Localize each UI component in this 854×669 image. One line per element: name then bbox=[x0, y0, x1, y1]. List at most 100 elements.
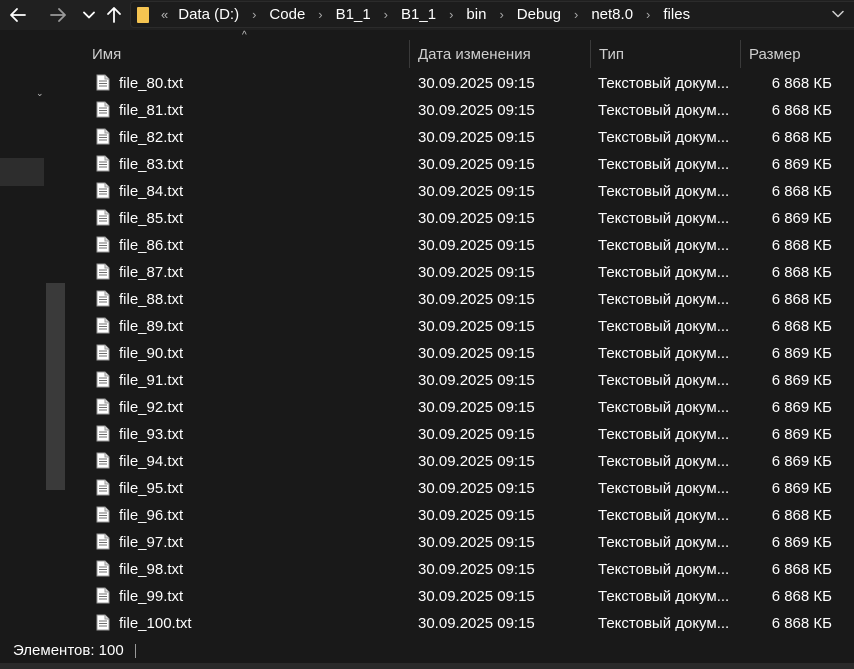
file-row[interactable]: file_81.txt 30.09.2025 09:15 Текстовый док… bbox=[86, 97, 846, 124]
file-size: 6 869 КБ bbox=[771, 210, 832, 227]
forward-button[interactable] bbox=[44, 0, 72, 30]
recent-locations-button[interactable] bbox=[78, 0, 100, 30]
file-name: file_85.txt bbox=[119, 210, 184, 227]
file-size: 6 868 КБ bbox=[771, 507, 832, 524]
column-header-name[interactable]: Имя bbox=[84, 40, 410, 68]
file-date-modified: 30.09.2025 09:15 bbox=[418, 183, 535, 200]
file-date-modified: 30.09.2025 09:15 bbox=[418, 372, 535, 389]
text-document-icon bbox=[96, 317, 110, 334]
file-date-modified: 30.09.2025 09:15 bbox=[418, 426, 535, 443]
text-document-icon bbox=[96, 128, 110, 145]
breadcrumb-item[interactable]: Data (D:) bbox=[178, 6, 239, 23]
file-row[interactable]: file_98.txt 30.09.2025 09:15 Текстовый док… bbox=[86, 556, 846, 583]
file-name: file_95.txt bbox=[119, 480, 184, 497]
file-name: file_93.txt bbox=[119, 426, 184, 443]
breadcrumb-separator-icon[interactable]: › bbox=[449, 7, 453, 22]
back-button[interactable] bbox=[4, 0, 32, 30]
file-date-modified: 30.09.2025 09:15 bbox=[418, 480, 535, 497]
breadcrumb-item[interactable]: Code bbox=[269, 6, 305, 23]
chevron-down-icon[interactable]: ⌄ bbox=[36, 88, 44, 99]
breadcrumb-item-current[interactable]: files bbox=[663, 6, 690, 23]
breadcrumb-overflow-button[interactable]: « bbox=[161, 7, 168, 22]
file-name: file_99.txt bbox=[119, 588, 184, 605]
text-document-icon bbox=[96, 533, 110, 550]
text-document-icon bbox=[96, 290, 110, 307]
breadcrumb-separator-icon[interactable]: › bbox=[318, 7, 322, 22]
file-row[interactable]: file_97.txt 30.09.2025 09:15 Текстовый док… bbox=[86, 529, 846, 556]
text-document-icon bbox=[96, 101, 110, 118]
file-name: file_89.txt bbox=[119, 318, 184, 335]
file-name: file_94.txt bbox=[119, 453, 184, 470]
file-size: 6 868 КБ bbox=[771, 75, 832, 92]
file-name: file_96.txt bbox=[119, 507, 184, 524]
column-header-date-modified[interactable]: Дата изменения bbox=[410, 40, 591, 68]
file-type: Текстовый докум... bbox=[598, 237, 730, 254]
address-history-button[interactable] bbox=[830, 6, 846, 22]
up-button[interactable] bbox=[102, 0, 126, 30]
file-size: 6 869 КБ bbox=[771, 156, 832, 173]
text-document-icon bbox=[96, 587, 110, 604]
breadcrumb-item[interactable]: net8.0 bbox=[591, 6, 633, 23]
file-row[interactable]: file_82.txt 30.09.2025 09:15 Текстовый док… bbox=[86, 124, 846, 151]
breadcrumb-separator-icon[interactable]: › bbox=[384, 7, 388, 22]
file-row[interactable]: file_95.txt 30.09.2025 09:15 Текстовый док… bbox=[86, 475, 846, 502]
file-size: 6 869 КБ bbox=[771, 534, 832, 551]
breadcrumb-separator-icon[interactable]: › bbox=[499, 7, 503, 22]
text-document-icon bbox=[96, 263, 110, 280]
file-type: Текстовый докум... bbox=[598, 453, 730, 470]
text-document-icon bbox=[96, 209, 110, 226]
file-row[interactable]: file_92.txt 30.09.2025 09:15 Текстовый док… bbox=[86, 394, 846, 421]
file-row[interactable]: file_93.txt 30.09.2025 09:15 Текстовый док… bbox=[86, 421, 846, 448]
file-type: Текстовый докум... bbox=[598, 183, 730, 200]
file-row[interactable]: file_89.txt 30.09.2025 09:15 Текстовый док… bbox=[86, 313, 846, 340]
file-name: file_90.txt bbox=[119, 345, 184, 362]
breadcrumb-item[interactable]: Debug bbox=[517, 6, 561, 23]
file-name: file_84.txt bbox=[119, 183, 184, 200]
navigation-pane-selected-item[interactable] bbox=[0, 158, 44, 186]
file-size: 6 869 КБ bbox=[771, 480, 832, 497]
file-type: Текстовый докум... bbox=[598, 156, 730, 173]
file-type: Текстовый докум... bbox=[598, 399, 730, 416]
file-row[interactable]: file_85.txt 30.09.2025 09:15 Текстовый док… bbox=[86, 205, 846, 232]
breadcrumb-separator-icon[interactable]: › bbox=[574, 7, 578, 22]
address-bar[interactable]: « Data (D:) › Code › B1_1 › B1_1 › bin ›… bbox=[130, 1, 854, 28]
breadcrumb-item[interactable]: B1_1 bbox=[401, 6, 436, 23]
file-row[interactable]: file_87.txt 30.09.2025 09:15 Текстовый док… bbox=[86, 259, 846, 286]
file-size: 6 868 КБ bbox=[771, 291, 832, 308]
file-date-modified: 30.09.2025 09:15 bbox=[418, 318, 535, 335]
text-document-icon bbox=[96, 398, 110, 415]
file-row[interactable]: file_86.txt 30.09.2025 09:15 Текстовый док… bbox=[86, 232, 846, 259]
file-size: 6 869 КБ bbox=[771, 372, 832, 389]
file-date-modified: 30.09.2025 09:15 bbox=[418, 507, 535, 524]
file-row[interactable]: file_91.txt 30.09.2025 09:15 Текстовый док… bbox=[86, 367, 846, 394]
file-list: ^ Имя Дата изменения Тип Размер file_80.… bbox=[66, 30, 854, 638]
bottom-strip bbox=[0, 663, 854, 669]
file-explorer-window: « Data (D:) › Code › B1_1 › B1_1 › bin ›… bbox=[0, 0, 854, 669]
file-name: file_91.txt bbox=[119, 372, 184, 389]
file-date-modified: 30.09.2025 09:15 bbox=[418, 75, 535, 92]
file-row[interactable]: file_80.txt 30.09.2025 09:15 Текстовый док… bbox=[86, 70, 846, 97]
breadcrumb-item[interactable]: bin bbox=[466, 6, 486, 23]
file-size: 6 868 КБ bbox=[771, 183, 832, 200]
file-row[interactable]: file_94.txt 30.09.2025 09:15 Текстовый док… bbox=[86, 448, 846, 475]
file-date-modified: 30.09.2025 09:15 bbox=[418, 453, 535, 470]
file-row[interactable]: file_96.txt 30.09.2025 09:15 Текстовый док… bbox=[86, 502, 846, 529]
breadcrumb-separator-icon[interactable]: › bbox=[646, 7, 650, 22]
file-type: Текстовый докум... bbox=[598, 318, 730, 335]
file-row[interactable]: file_90.txt 30.09.2025 09:15 Текстовый док… bbox=[86, 340, 846, 367]
chevron-down-icon bbox=[832, 10, 844, 18]
file-row[interactable]: file_84.txt 30.09.2025 09:15 Текстовый док… bbox=[86, 178, 846, 205]
file-row[interactable]: file_88.txt 30.09.2025 09:15 Текстовый док… bbox=[86, 286, 846, 313]
file-size: 6 868 КБ bbox=[771, 102, 832, 119]
breadcrumb-item[interactable]: B1_1 bbox=[336, 6, 371, 23]
navigation-pane-scrollbar[interactable] bbox=[46, 283, 65, 490]
item-count: Элементов: 100 bbox=[13, 642, 124, 659]
column-header-type[interactable]: Тип bbox=[591, 40, 741, 68]
file-name: file_82.txt bbox=[119, 129, 184, 146]
file-row[interactable]: file_99.txt 30.09.2025 09:15 Текстовый док… bbox=[86, 583, 846, 610]
file-row[interactable]: file_100.txt 30.09.2025 09:15 Текстовый до… bbox=[86, 610, 846, 637]
file-type: Текстовый докум... bbox=[598, 588, 730, 605]
breadcrumb-separator-icon[interactable]: › bbox=[252, 7, 256, 22]
file-row[interactable]: file_83.txt 30.09.2025 09:15 Текстовый док… bbox=[86, 151, 846, 178]
column-header-size[interactable]: Размер bbox=[741, 40, 853, 68]
